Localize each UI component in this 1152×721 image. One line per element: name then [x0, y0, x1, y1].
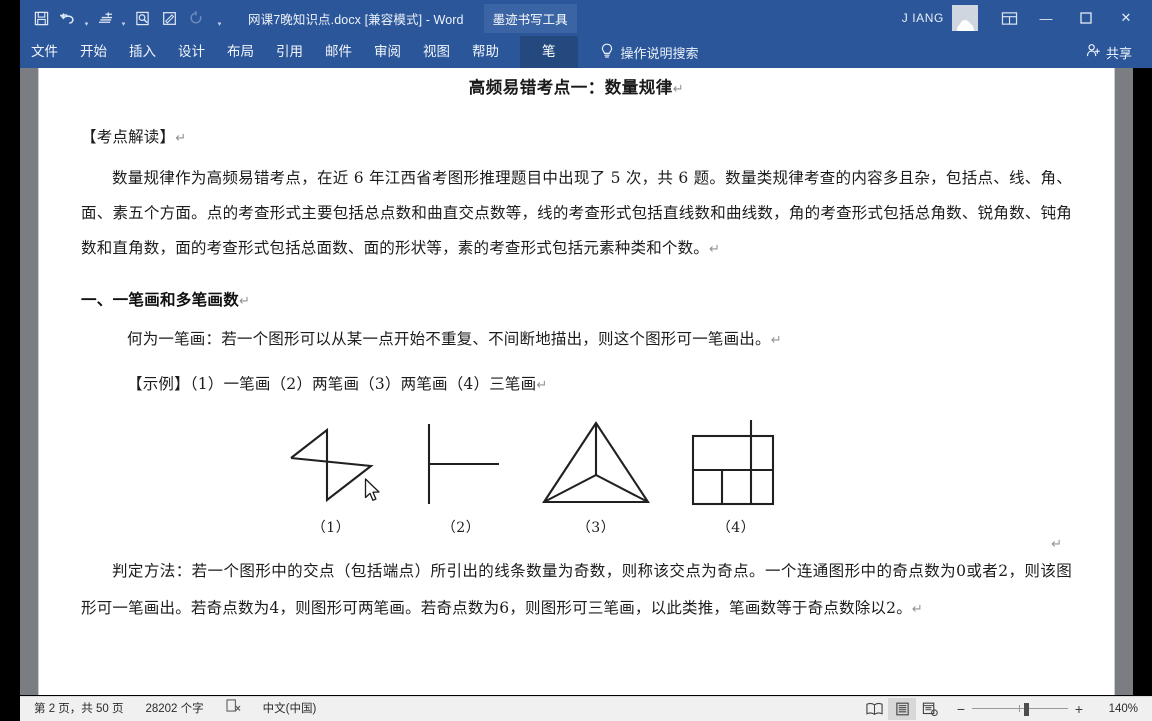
method-paragraph: 判定方法：若一个图形中的交点（包括端点）所引出的线条数量为奇数，则称该交点为奇点…	[81, 553, 1072, 627]
account-area: J IANG — ✕	[902, 0, 1152, 36]
undo-dropdown-icon[interactable]: ▾	[82, 2, 91, 35]
example-line-text: 【示例】（1）一笔画（2）两笔画（3）两笔画（4）三笔画	[127, 375, 537, 393]
customize-qat-icon[interactable]: ▾	[215, 2, 224, 35]
tab-review[interactable]: 审阅	[363, 36, 412, 68]
share-button[interactable]: 共享	[1086, 43, 1132, 62]
tab-design[interactable]: 设计	[167, 36, 216, 68]
tab-references[interactable]: 引用	[265, 36, 314, 68]
tab-view[interactable]: 视图	[412, 36, 461, 68]
paragraph-mark: ↵	[770, 332, 782, 347]
ink-tools-contextual-tab[interactable]: 墨迹书写工具	[483, 3, 577, 33]
triangle-with-center-shape	[542, 421, 650, 504]
figure-2[interactable]: （2）	[411, 418, 511, 537]
word-application-window: ▾ ▾ ▾ 网课7晚知识点.docx [兼容模式] - Word 墨迹书写工具 …	[0, 0, 1152, 721]
intro-paragraph-text: 数量规律作为高频易错考点，在近 6 年江西省考图形推理题目中出现了 5 次，共 …	[81, 169, 1072, 257]
proofing-errors-icon[interactable]	[215, 697, 252, 721]
print-layout-view-button[interactable]	[888, 698, 916, 720]
paragraph-mark: ↵	[536, 377, 548, 392]
figure-1-caption: （1）	[311, 520, 351, 536]
zoom-level[interactable]: 140%	[1092, 703, 1152, 715]
grid-with-stem-shape	[691, 420, 775, 506]
definition-text: 何为一笔画：若一个图形可以从某一点开始不重复、不间断地描出，则这个图形可一笔画出…	[127, 330, 771, 348]
figure-3[interactable]: （3）	[536, 418, 656, 537]
document-canvas[interactable]: 高频易错考点一：数量规律↵ 【考点解读】↵ 数量规律作为高频易错考点，在近 6 …	[20, 68, 1133, 695]
paragraph-mark: ↵	[911, 601, 923, 616]
lightbulb-icon	[600, 43, 614, 62]
share-label: 共享	[1105, 45, 1132, 61]
web-layout-view-button[interactable]	[916, 698, 944, 720]
pinwheel-z-shape	[290, 427, 374, 503]
maximize-button[interactable]	[1066, 0, 1106, 36]
paragraph-mark: ↵	[239, 293, 251, 308]
intro-paragraph: 数量规律作为高频易错考点，在近 6 年江西省考图形推理题目中出现了 5 次，共 …	[81, 161, 1072, 266]
edit-icon[interactable]	[156, 5, 182, 31]
zoom-slider[interactable]: − +	[950, 702, 1090, 716]
figure-row: （1） （2） （3） （4） ↵	[81, 418, 1072, 551]
title-bar: ▾ ▾ ▾ 网课7晚知识点.docx [兼容模式] - Word 墨迹书写工具 …	[20, 0, 1152, 36]
avatar[interactable]	[952, 5, 978, 31]
definition-paragraph: 何为一笔画：若一个图形可以从某一点开始不重复、不间断地描出，则这个图形可一笔画出…	[81, 322, 1072, 357]
quick-access-toolbar: ▾ ▾ ▾	[20, 0, 224, 36]
document-title: 网课7晚知识点.docx [兼容模式] - Word	[248, 12, 464, 27]
zoom-out-button[interactable]: −	[950, 702, 972, 716]
tab-pen[interactable]: 笔	[520, 36, 578, 68]
tab-insert[interactable]: 插入	[118, 36, 167, 68]
account-name[interactable]: J IANG	[902, 11, 952, 25]
person-share-icon	[1086, 43, 1101, 61]
document-page[interactable]: 高频易错考点一：数量规律↵ 【考点解读】↵ 数量规律作为高频易错考点，在近 6 …	[39, 68, 1114, 695]
word-count[interactable]: 28202 个字	[134, 697, 214, 721]
heading-one-text: 一、一笔画和多笔画数	[81, 290, 240, 309]
close-button[interactable]: ✕	[1106, 0, 1146, 36]
tab-file[interactable]: 文件	[20, 36, 69, 68]
figure-1[interactable]: （1）	[281, 418, 381, 537]
method-paragraph-text: 判定方法：若一个图形中的交点（包括端点）所引出的线条数量为奇数，则称该交点为奇点…	[81, 562, 1072, 617]
tab-layout[interactable]: 布局	[216, 36, 265, 68]
read-mode-view-button[interactable]	[860, 698, 888, 720]
left-black-gutter	[0, 0, 20, 720]
repeat-icon[interactable]	[183, 5, 209, 31]
figure-2-caption: （2）	[441, 520, 481, 536]
heading-one: 一、一笔画和多笔画数↵	[81, 288, 1072, 310]
ribbon-tab-bar: 文件 开始 插入 设计 布局 引用 邮件 审阅 视图 帮助 笔 操作说明搜索 共…	[20, 36, 1152, 68]
paragraph-mark: ↵	[709, 241, 721, 256]
tee-line-shape	[427, 424, 499, 504]
redo-dropdown-icon[interactable]: ▾	[119, 2, 128, 35]
figure-3-caption: （3）	[576, 520, 616, 536]
tell-me-label: 操作说明搜索	[620, 45, 699, 61]
status-bar: 第 2 页，共 50 页 28202 个字 中文(中国) − + 140%	[20, 696, 1152, 721]
undo-icon[interactable]	[55, 5, 81, 31]
zoom-track-midpoint	[1019, 705, 1020, 712]
figure-4-caption: （4）	[716, 520, 756, 536]
minimize-button[interactable]: —	[1026, 0, 1066, 36]
section-label: 【考点解读】↵	[81, 120, 1072, 155]
zoom-thumb[interactable]	[1024, 703, 1029, 716]
page-indicator[interactable]: 第 2 页，共 50 页	[20, 697, 134, 721]
page-title: 高频易错考点一：数量规律↵	[81, 68, 1072, 98]
print-preview-icon[interactable]	[129, 5, 155, 31]
paragraph-mark: ↵	[1051, 536, 1062, 551]
ribbon-display-options-icon[interactable]	[992, 3, 1026, 33]
paragraph-mark: ↵	[175, 130, 187, 145]
language-indicator[interactable]: 中文(中国)	[252, 697, 328, 721]
zoom-track[interactable]	[972, 702, 1068, 716]
tell-me-search[interactable]: 操作说明搜索	[600, 43, 699, 62]
zoom-in-button[interactable]: +	[1068, 702, 1090, 716]
paragraph-mark: ↵	[672, 81, 685, 96]
page-title-text: 高频易错考点一：数量规律	[468, 78, 673, 97]
tab-help[interactable]: 帮助	[461, 36, 510, 68]
tab-mailings[interactable]: 邮件	[314, 36, 363, 68]
tab-home[interactable]: 开始	[69, 36, 118, 68]
example-line: 【示例】（1）一笔画（2）两笔画（3）两笔画（4）三笔画↵	[81, 367, 1072, 402]
save-icon[interactable]	[28, 5, 54, 31]
redo-icon[interactable]	[92, 5, 118, 31]
section-label-text: 【考点解读】	[81, 128, 176, 146]
figure-4[interactable]: （4）	[681, 418, 791, 537]
